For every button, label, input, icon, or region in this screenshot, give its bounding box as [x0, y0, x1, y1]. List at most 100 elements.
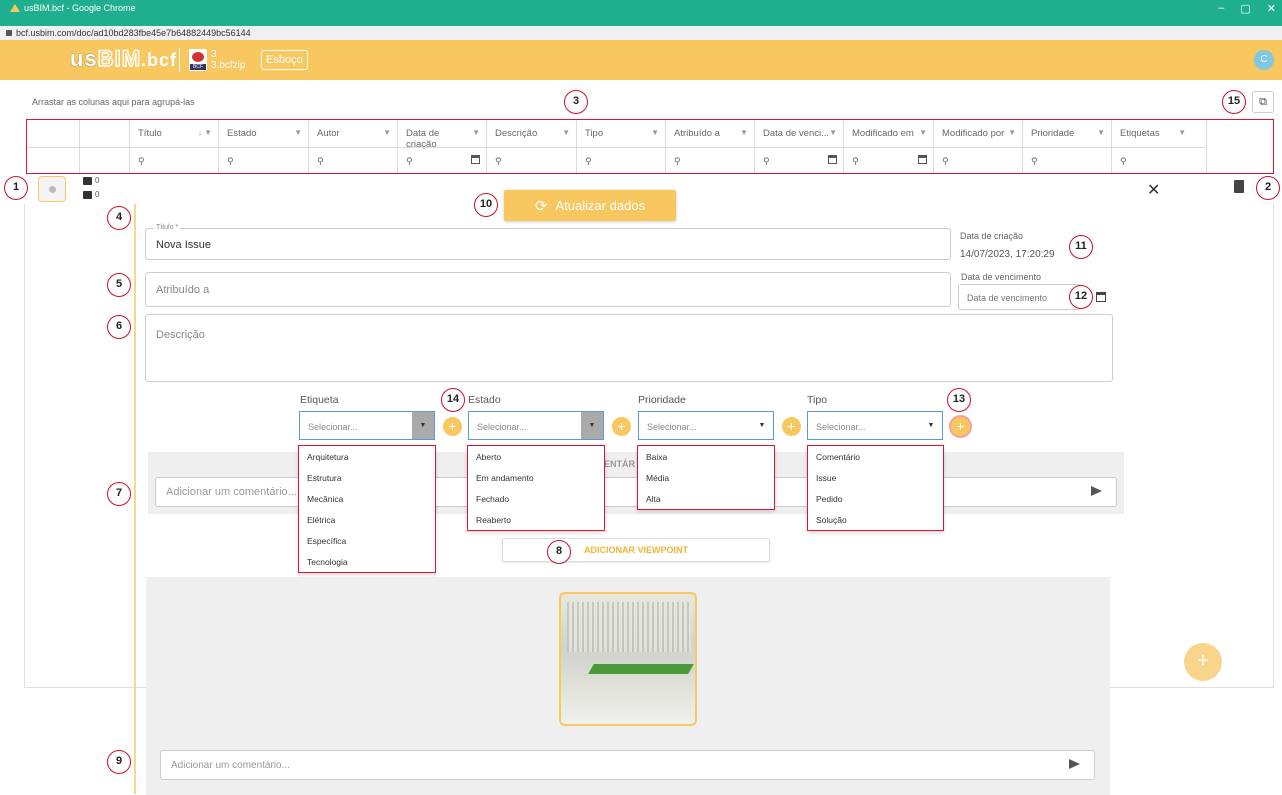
send-icon[interactable]: [1091, 486, 1102, 496]
url-text[interactable]: bcf.usbim.com/doc/ad10bd283fbe45e7b64882…: [16, 28, 251, 38]
chevron-down-icon[interactable]: ▼: [581, 412, 603, 439]
col-label: Atribuído a: [674, 128, 720, 139]
chevron-down-icon[interactable]: ▼: [751, 412, 773, 439]
minimize-button[interactable]: –: [1218, 2, 1224, 15]
col-descricao[interactable]: Descrição ▼: [487, 120, 577, 147]
user-avatar[interactable]: C: [1254, 50, 1274, 70]
add-viewpoint-button[interactable]: ADICIONAR VIEWPOINT: [502, 538, 770, 562]
prioridade-select[interactable]: Selecionar... ▼: [638, 411, 774, 440]
etiqueta-select[interactable]: Selecionar... ▼: [299, 411, 435, 440]
viewpoint-thumbnail[interactable]: [559, 592, 697, 726]
filter-data-criacao[interactable]: ⚲: [398, 147, 487, 173]
add-prioridade-button[interactable]: +: [782, 417, 801, 436]
filter-autor[interactable]: ⚲: [309, 147, 398, 173]
tipo-select[interactable]: Selecionar... ▼: [807, 411, 943, 440]
option-especifica[interactable]: Específica: [299, 530, 435, 551]
filter-atribuido[interactable]: ⚲: [666, 147, 755, 173]
col-estado[interactable]: Estado ▼: [219, 120, 309, 147]
option-em-andamento[interactable]: Em andamento: [468, 467, 604, 488]
description-field[interactable]: Descrição: [145, 314, 1113, 382]
filter-data-vencimento[interactable]: ⚲: [755, 147, 844, 173]
filter-icon[interactable]: ▼: [472, 128, 480, 147]
filter-estado[interactable]: ⚲: [219, 147, 309, 173]
option-aberto[interactable]: Aberto: [468, 446, 604, 467]
search-icon: ⚲: [227, 156, 234, 166]
col-modificado-por[interactable]: Modificado por ▼: [934, 120, 1023, 147]
chevron-down-icon[interactable]: ▼: [412, 412, 434, 439]
filter-modificado-por[interactable]: ⚲: [934, 147, 1023, 173]
option-alta[interactable]: Alta: [638, 488, 774, 509]
filter-icon[interactable]: ▼: [740, 128, 748, 147]
option-fechado[interactable]: Fechado: [468, 488, 604, 509]
filter-modificado-em[interactable]: ⚲: [844, 147, 934, 173]
title-field-value[interactable]: Nova Issue: [156, 239, 211, 251]
col-data-criacao[interactable]: Data de criação ▼: [398, 120, 487, 150]
delete-icon[interactable]: [1234, 180, 1244, 193]
col-prioridade[interactable]: Prioridade ▼: [1023, 120, 1112, 147]
col-atribuido[interactable]: Atribuído a ▼: [666, 120, 755, 147]
filter-icon[interactable]: ▼: [1178, 128, 1186, 147]
col-data-vencimento[interactable]: Data de venci... ▼: [755, 120, 844, 147]
draft-button[interactable]: Esboço: [261, 50, 308, 70]
filter-icon[interactable]: ▼: [562, 128, 570, 147]
option-media[interactable]: Média: [638, 467, 774, 488]
calendar-icon[interactable]: [471, 155, 480, 164]
calendar-icon[interactable]: [1096, 292, 1106, 302]
refresh-data-button[interactable]: ⟳ Atualizar dados: [504, 190, 676, 221]
col-titulo[interactable]: Título ↓ ▼: [130, 120, 219, 147]
filter-icon[interactable]: ▼: [919, 128, 927, 147]
viewpoint-comment-input[interactable]: Adicionar um comentário...: [160, 750, 1095, 780]
estado-select[interactable]: Selecionar... ▼: [468, 411, 604, 440]
calendar-icon[interactable]: [828, 155, 837, 164]
option-issue[interactable]: Issue: [808, 467, 943, 488]
annotation-marker-8: 8: [547, 540, 571, 564]
filter-icon[interactable]: ▼: [294, 128, 302, 147]
col-autor[interactable]: Autor ▼: [309, 120, 398, 147]
app-favicon-icon: [10, 4, 20, 12]
add-etiqueta-button[interactable]: +: [443, 417, 462, 436]
title-field[interactable]: Título * Nova Issue: [145, 224, 951, 260]
add-issue-fab[interactable]: +: [1184, 643, 1222, 681]
filter-prioridade[interactable]: ⚲: [1023, 147, 1112, 173]
col-tipo[interactable]: Tipo ▼: [577, 120, 666, 147]
issue-thumbnail[interactable]: [38, 176, 66, 202]
calendar-icon[interactable]: [918, 155, 927, 164]
chevron-down-icon[interactable]: ▼: [920, 412, 942, 439]
due-date-input[interactable]: Data de vencimento: [958, 284, 1082, 310]
col-etiquetas[interactable]: Etiquetas ▼: [1112, 120, 1207, 147]
sort-filter-icon[interactable]: ↓ ▼: [198, 128, 212, 147]
filter-icon[interactable]: ▼: [651, 128, 659, 147]
filter-tipo[interactable]: ⚲: [577, 147, 666, 173]
option-mecanica[interactable]: Mecânica: [299, 488, 435, 509]
filter-icon[interactable]: ▼: [1097, 128, 1105, 147]
filter-icon[interactable]: ▼: [829, 128, 837, 147]
add-estado-button[interactable]: +: [612, 417, 631, 436]
option-solucao[interactable]: Solução: [808, 509, 943, 530]
filter-descricao[interactable]: ⚲: [487, 147, 577, 173]
filter-cell: [80, 147, 130, 173]
filter-etiquetas[interactable]: ⚲: [1112, 147, 1207, 173]
filter-titulo[interactable]: ⚲: [130, 147, 219, 173]
usbim-logo[interactable]: usBIM.bcf: [70, 45, 177, 72]
add-tipo-button[interactable]: +: [951, 417, 970, 436]
option-estrutura[interactable]: Estrutura: [299, 467, 435, 488]
lock-icon: [6, 30, 12, 36]
address-bar[interactable]: bcf.usbim.com/doc/ad10bd283fbe45e7b64882…: [0, 26, 1282, 40]
filter-icon[interactable]: ▼: [383, 128, 391, 147]
option-tecnologia[interactable]: Tecnologia: [299, 551, 435, 572]
option-reaberto[interactable]: Reaberto: [468, 509, 604, 530]
send-icon[interactable]: [1069, 759, 1080, 769]
close-window-button[interactable]: ✕: [1267, 2, 1276, 15]
option-baixa[interactable]: Baixa: [638, 446, 774, 467]
filter-icon[interactable]: ▼: [1008, 128, 1016, 147]
maximize-button[interactable]: ▢: [1240, 2, 1250, 15]
close-issue-button[interactable]: ✕: [1147, 180, 1160, 200]
column-chooser-button[interactable]: ⧉: [1252, 91, 1274, 113]
option-pedido[interactable]: Pedido: [808, 488, 943, 509]
option-eletrica[interactable]: Elétrica: [299, 509, 435, 530]
file-name[interactable]: 3 3.bcfzip: [211, 49, 245, 71]
option-arquitetura[interactable]: Arquitetura: [299, 446, 435, 467]
col-modificado-em[interactable]: Modificado em ▼: [844, 120, 934, 147]
assigned-to-field[interactable]: Atribuído a: [145, 272, 951, 307]
option-comentario[interactable]: Comentário: [808, 446, 943, 467]
